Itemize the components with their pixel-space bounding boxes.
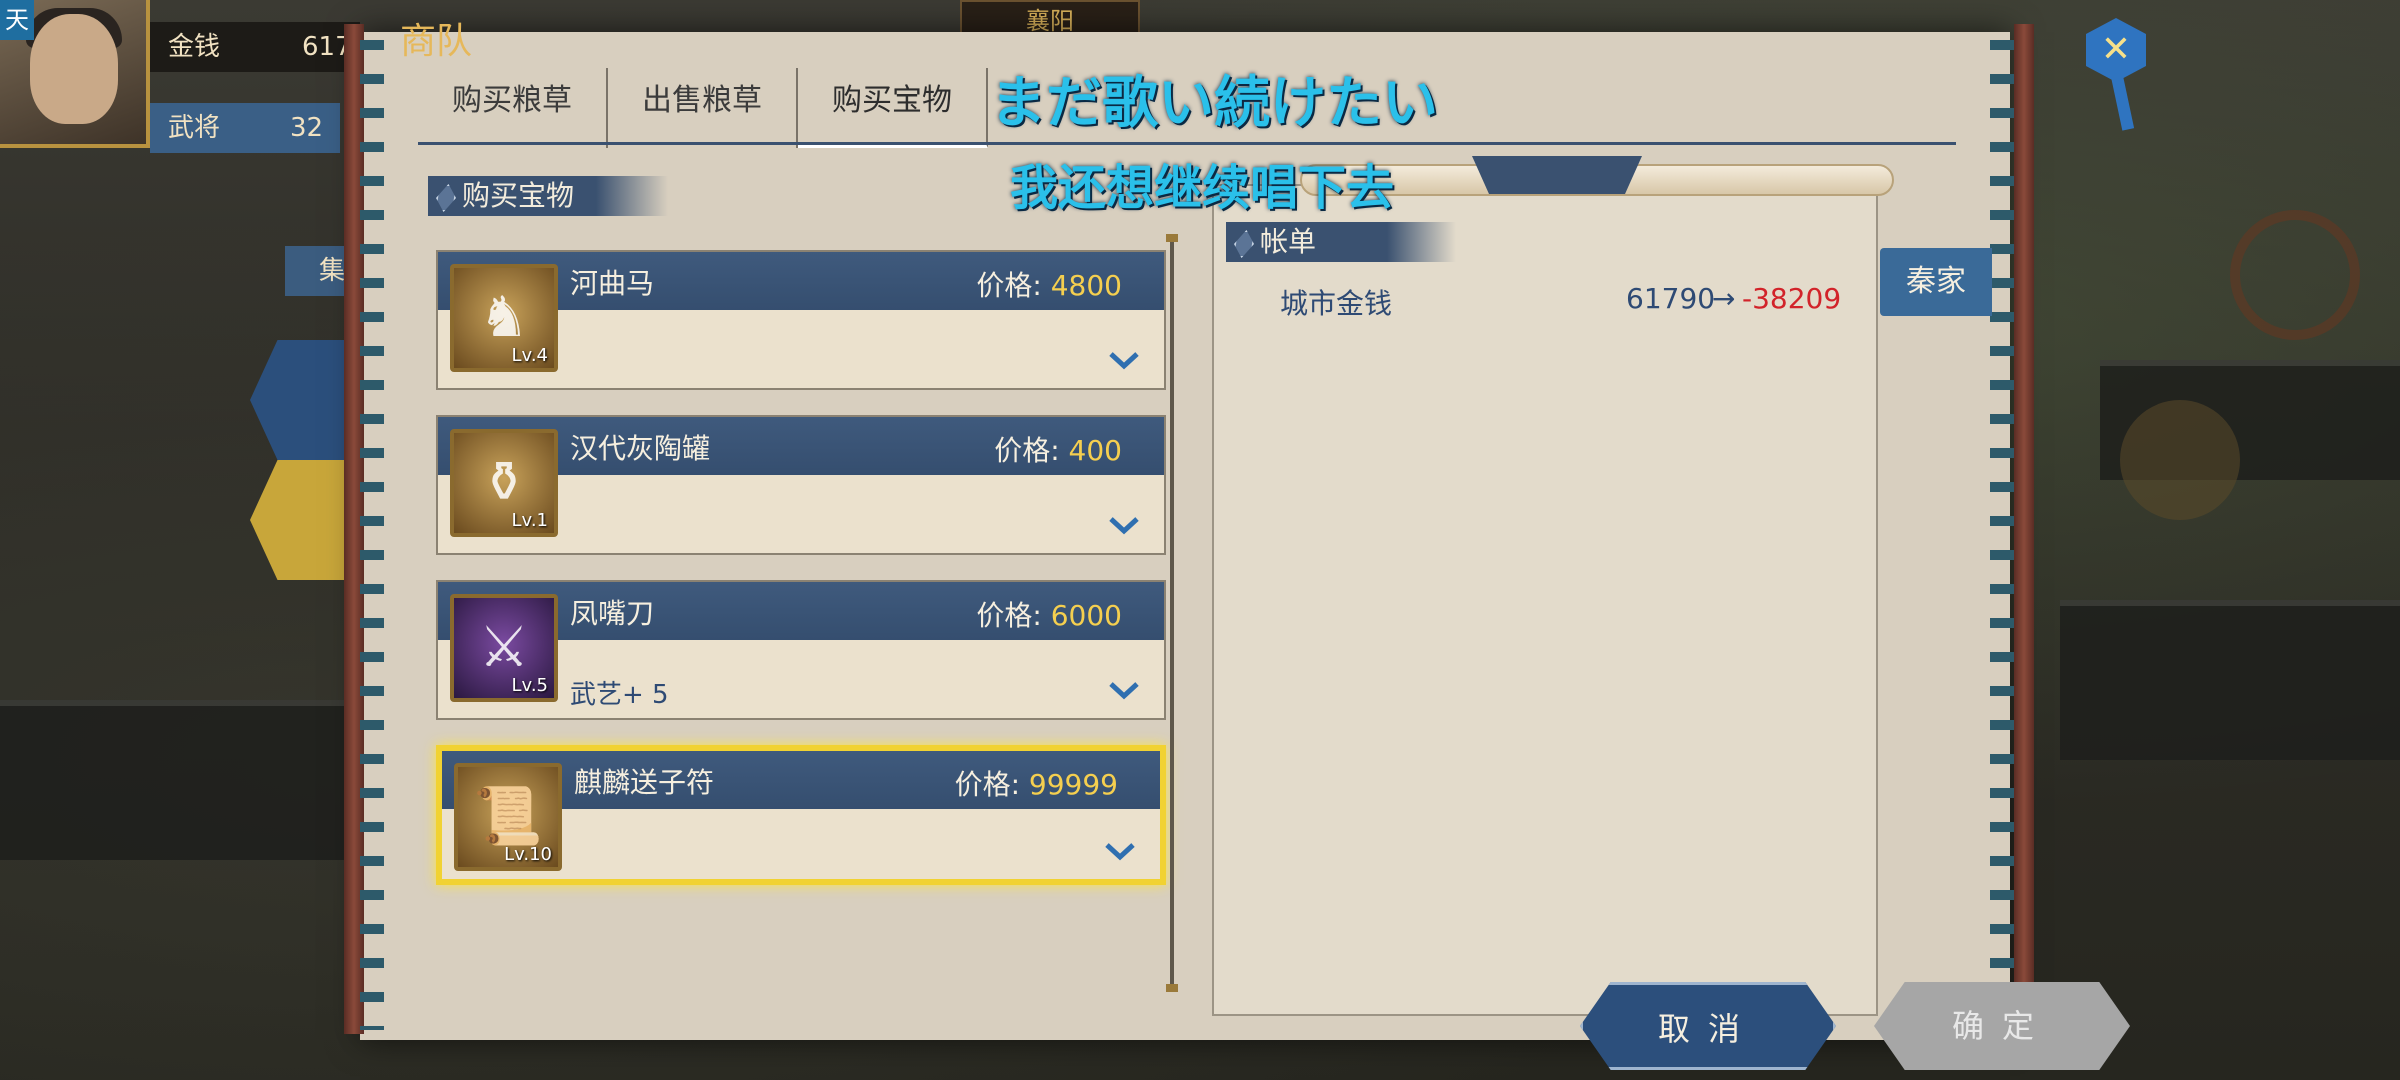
scroll-edge-right — [1990, 40, 2014, 1030]
horse-icon: ♞ Lv.4 — [450, 264, 558, 372]
jar-icon: ⚱ Lv.1 — [450, 429, 558, 537]
generals-display: 武将 32 — [150, 103, 340, 153]
waterwheel — [2230, 210, 2360, 340]
item-name: 汉代灰陶罐 — [570, 432, 711, 465]
money-label: 金钱 — [168, 32, 221, 62]
item-level: Lv.5 — [511, 675, 548, 696]
item-level: Lv.4 — [511, 345, 548, 366]
bill-scroll-knot — [1472, 156, 1642, 194]
generals-value: 32 — [290, 113, 324, 143]
right-side-tab[interactable]: 秦家 — [1880, 248, 1992, 316]
bill-section-header: 帐单 — [1226, 222, 1456, 262]
cancel-button[interactable]: 取消 — [1580, 982, 1836, 1070]
bill-row-label: 城市金钱 — [1280, 287, 1393, 320]
tab-buy-treasure[interactable]: 购买宝物 — [798, 68, 988, 148]
treasure-item[interactable]: ⚔ Lv.5 凤嘴刀 价格: 6000 武艺+ 5 — [436, 580, 1166, 720]
item-price: 价格: 6000 — [976, 594, 1122, 634]
subtitle-chinese: 我还想继续唱下去 — [1010, 160, 1395, 216]
item-name: 凤嘴刀 — [570, 597, 655, 630]
chevron-down-icon[interactable] — [1104, 841, 1136, 861]
generals-label: 武将 — [168, 113, 221, 143]
confirm-button[interactable]: 确定 — [1874, 982, 2130, 1070]
item-price: 价格: 99999 — [955, 763, 1118, 803]
tab-sell-grain[interactable]: 出售粮草 — [608, 68, 798, 148]
subtitle-japanese: まだ歌い続けたい — [990, 71, 1438, 136]
building-roof — [2060, 600, 2400, 760]
tab-bar: 购买粮草 出售粮草 购买宝物 — [418, 68, 988, 148]
chevron-down-icon[interactable] — [1108, 350, 1140, 370]
price-label: 价格: — [976, 269, 1042, 302]
price-value: 99999 — [1028, 768, 1118, 801]
tree — [2120, 400, 2240, 520]
general-portrait[interactable]: 天 — [0, 0, 150, 148]
portrait-tag: 天 — [0, 0, 34, 40]
price-label: 价格: — [954, 768, 1021, 801]
portrait-face — [30, 14, 118, 124]
price-label: 价格: — [994, 434, 1060, 467]
item-level: Lv.1 — [511, 510, 548, 531]
money-display: 金钱 617 — [150, 22, 360, 72]
item-level: Lv.10 — [504, 844, 552, 865]
tabs-divider — [418, 142, 1956, 145]
price-label: 价格: — [976, 599, 1042, 632]
arrow-icon: → — [1712, 282, 1736, 315]
treasure-item[interactable]: ♞ Lv.4 河曲马 价格: 4800 — [436, 250, 1166, 390]
bill-from-value: 61790 — [1626, 282, 1716, 315]
item-price: 价格: 400 — [994, 429, 1122, 469]
tab-buy-grain[interactable]: 购买粮草 — [418, 68, 608, 148]
treasure-item[interactable]: ⚱ Lv.1 汉代灰陶罐 价格: 400 — [436, 415, 1166, 555]
treasure-section-header: 购买宝物 — [428, 176, 668, 216]
item-price: 价格: 4800 — [976, 264, 1122, 304]
price-value: 400 — [1068, 434, 1122, 467]
talisman-icon: 📜 Lv.10 — [454, 763, 562, 871]
scroll-rod-right — [2014, 24, 2034, 1034]
list-scrollbar[interactable] — [1166, 234, 1178, 992]
price-value: 6000 — [1050, 599, 1122, 632]
bill-to-value: -38209 — [1742, 282, 1842, 315]
building-roof — [0, 700, 360, 860]
item-name: 河曲马 — [570, 267, 655, 300]
item-stat: 武艺+ 5 — [570, 680, 669, 710]
chevron-down-icon[interactable] — [1108, 515, 1140, 535]
item-name: 麒麟送子符 — [574, 766, 715, 799]
scroll-edge-left — [360, 40, 384, 1030]
price-value: 4800 — [1050, 269, 1122, 302]
treasure-item-selected[interactable]: 📜 Lv.10 麒麟送子符 价格: 99999 — [436, 745, 1166, 885]
blade-icon: ⚔ Lv.5 — [450, 594, 558, 702]
chevron-down-icon[interactable] — [1108, 680, 1140, 700]
dialog-title: 商队 — [400, 21, 473, 62]
